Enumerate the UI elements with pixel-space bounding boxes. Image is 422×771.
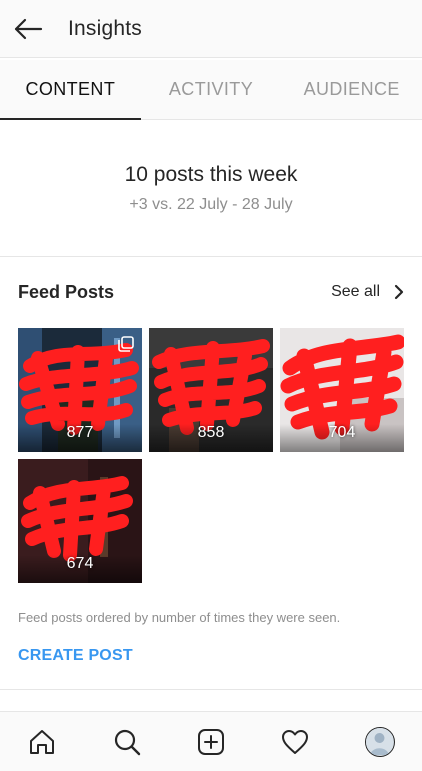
avatar-image: [365, 727, 393, 755]
feed-posts-title: Feed Posts: [18, 281, 115, 302]
profile-avatar: [364, 726, 395, 757]
post-thumbnail[interactable]: 877: [18, 328, 142, 452]
arrow-left-icon: [14, 18, 43, 39]
nav-profile[interactable]: [350, 712, 410, 771]
home-icon: [30, 729, 55, 754]
see-all-button[interactable]: See all: [331, 283, 404, 301]
create-post-link[interactable]: CREATE POST: [18, 647, 133, 665]
tab-audience[interactable]: AUDIENCE: [281, 60, 422, 119]
post-view-count: 877: [66, 424, 94, 441]
post-thumbnail[interactable]: 858: [149, 328, 273, 452]
bottom-navigation: [0, 711, 422, 771]
post-thumbnail[interactable]: 674: [18, 459, 142, 583]
heart-icon: [282, 729, 309, 754]
insights-tabs: CONTENT ACTIVITY AUDIENCE: [0, 60, 422, 120]
page-title: Insights: [68, 16, 142, 40]
nav-add-post[interactable]: [181, 712, 241, 771]
chevron-right-icon: [394, 284, 404, 300]
posts-count-title: 10 posts this week: [124, 163, 298, 186]
post-view-count: 704: [328, 424, 356, 441]
weekly-summary: 10 posts this week +3 vs. 22 July - 28 J…: [0, 121, 422, 257]
see-all-label: See all: [331, 283, 380, 300]
add-post-icon: [197, 728, 224, 755]
posts-comparison: +3 vs. 22 July - 28 July: [129, 196, 293, 213]
tab-content[interactable]: CONTENT: [0, 60, 141, 120]
post-view-count: 858: [197, 424, 225, 441]
top-bar: Insights: [0, 0, 422, 58]
search-icon: [114, 729, 140, 755]
post-thumbnail[interactable]: 704: [280, 328, 404, 452]
multiple-photos-icon: [118, 336, 134, 352]
feed-header: Feed Posts See all: [18, 280, 404, 304]
nav-home[interactable]: [12, 712, 72, 771]
feed-posts-note: Feed posts ordered by number of times th…: [18, 610, 341, 625]
back-button[interactable]: [0, 0, 56, 58]
tab-activity[interactable]: ACTIVITY: [141, 60, 282, 119]
nav-activity[interactable]: [265, 712, 325, 771]
feed-posts-section: Feed Posts See all 877 858 704 674 Feed …: [0, 258, 422, 690]
post-view-count: 674: [66, 555, 94, 572]
nav-search[interactable]: [97, 712, 157, 771]
